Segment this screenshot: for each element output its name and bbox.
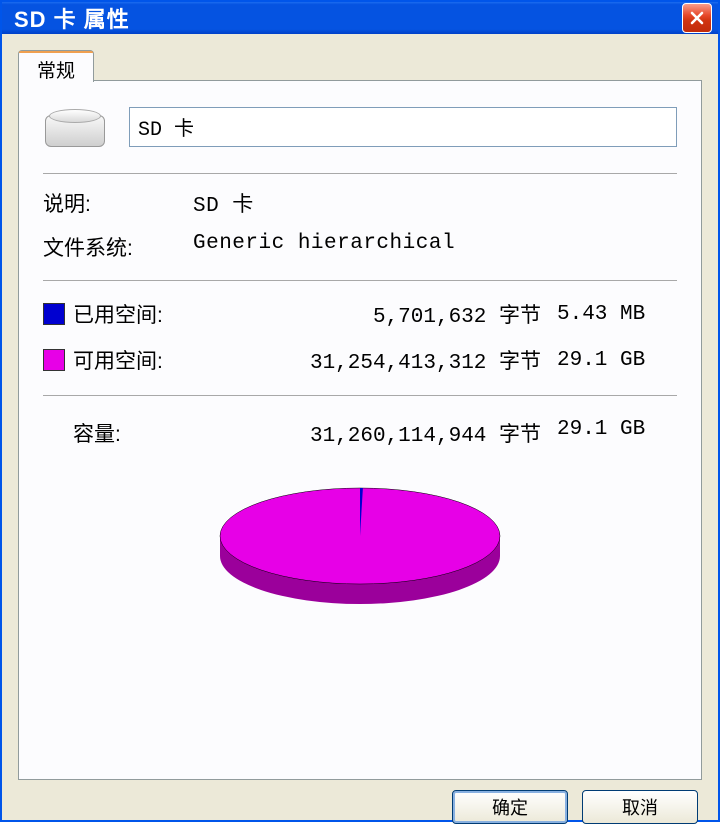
window-title: SD 卡 属性 bbox=[14, 2, 682, 34]
close-button[interactable] bbox=[682, 3, 712, 33]
filesystem-value: Generic hierarchical bbox=[193, 232, 677, 262]
capacity-human: 29.1 GB bbox=[557, 418, 677, 448]
used-space-swatch bbox=[43, 303, 65, 325]
space-grid: 已用空间: 5,701,632 字节 5.43 MB 可用空间: 31,254,… bbox=[43, 293, 677, 389]
divider bbox=[43, 173, 677, 174]
free-space-bytes: 31,254,413,312 字节 bbox=[203, 345, 557, 375]
name-row bbox=[43, 99, 677, 167]
used-space-bytes: 5,701,632 字节 bbox=[203, 299, 557, 329]
pie-chart-container bbox=[43, 456, 677, 620]
free-space-human: 29.1 GB bbox=[557, 349, 677, 372]
properties-window: SD 卡 属性 常规 说明: SD 卡 文件系统: bbox=[0, 0, 720, 822]
info-grid: 说明: SD 卡 文件系统: Generic hierarchical bbox=[43, 186, 677, 274]
description-label: 说明: bbox=[43, 188, 193, 218]
client-area: 常规 说明: SD 卡 文件系统: Generic hierarchical bbox=[2, 34, 718, 838]
filesystem-label: 文件系统: bbox=[43, 232, 193, 262]
description-value: SD 卡 bbox=[193, 188, 677, 218]
tab-general[interactable]: 常规 bbox=[18, 50, 94, 82]
used-space-label: 已用空间: bbox=[73, 299, 203, 329]
divider bbox=[43, 280, 677, 281]
general-panel: 说明: SD 卡 文件系统: Generic hierarchical 已用空间… bbox=[18, 80, 702, 780]
disk-usage-pie-icon bbox=[200, 470, 520, 620]
cancel-button[interactable]: 取消 bbox=[582, 790, 698, 824]
capacity-bytes: 31,260,114,944 字节 bbox=[203, 418, 557, 448]
free-space-swatch bbox=[43, 349, 65, 371]
free-space-label: 可用空间: bbox=[73, 345, 203, 375]
drive-name-input[interactable] bbox=[129, 107, 677, 147]
titlebar[interactable]: SD 卡 属性 bbox=[2, 2, 718, 34]
divider bbox=[43, 395, 677, 396]
close-icon bbox=[689, 10, 705, 26]
used-space-human: 5.43 MB bbox=[557, 303, 677, 326]
capacity-row: 容量: 31,260,114,944 字节 29.1 GB bbox=[43, 408, 677, 456]
drive-icon bbox=[43, 105, 107, 149]
tab-container: 常规 说明: SD 卡 文件系统: Generic hierarchical bbox=[18, 50, 702, 780]
capacity-label: 容量: bbox=[73, 418, 203, 448]
dialog-buttons: 确定 取消 bbox=[18, 780, 702, 826]
ok-button[interactable]: 确定 bbox=[452, 790, 568, 824]
